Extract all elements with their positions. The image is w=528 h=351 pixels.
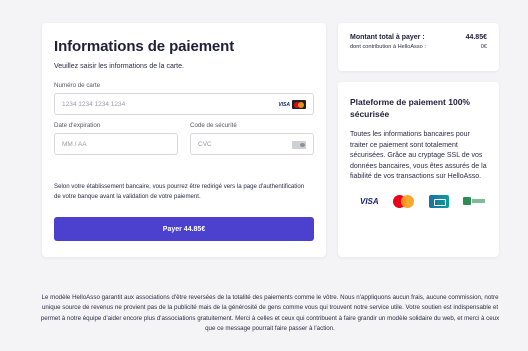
footer-message: Le modèle HelloAsso garantit aux associa… bbox=[40, 294, 500, 332]
security-card: Plateforme de paiement 100% sécurisée To… bbox=[338, 82, 499, 257]
pay-button[interactable]: Payer 44.85€ bbox=[54, 217, 314, 241]
total-card: Montant total à payer : 44.85€ dont cont… bbox=[338, 23, 499, 71]
payment-logos: VISA bbox=[350, 194, 487, 208]
mastercard-icon bbox=[292, 100, 306, 109]
bank-logo-icon bbox=[462, 196, 485, 206]
expiry-label: Date d'expiration bbox=[54, 122, 101, 129]
card-brands: VISA bbox=[278, 100, 306, 109]
visa-icon: VISA bbox=[278, 101, 290, 108]
cvc-input[interactable]: CVC bbox=[190, 133, 314, 155]
cvc-card-icon bbox=[292, 141, 306, 149]
security-title: Plateforme de paiement 100% sécurisée bbox=[350, 97, 470, 119]
security-text: Toutes les informations bancaires pour t… bbox=[350, 131, 487, 180]
visa-logo-icon: VISA bbox=[360, 196, 379, 206]
card-number-label: Numéro de carte bbox=[54, 82, 101, 89]
payment-subtitle: Veuillez saisir les informations de la c… bbox=[54, 63, 184, 70]
page-title: Informations de paiement bbox=[54, 38, 235, 55]
mastercard-logo-icon bbox=[392, 194, 415, 208]
cb-logo-icon bbox=[428, 194, 449, 208]
contribution-label: dont contribution à HelloAsso : bbox=[350, 44, 426, 50]
card-number-input[interactable]: 1234 1234 1234 1234 VISA bbox=[54, 93, 314, 115]
redirect-notice: Selon votre établissement bancaire, vous… bbox=[54, 183, 305, 200]
expiry-input[interactable]: MM / AA bbox=[54, 133, 178, 155]
payment-card: Informations de paiement Veuillez saisir… bbox=[42, 23, 326, 257]
card-number-placeholder: 1234 1234 1234 1234 bbox=[62, 100, 126, 108]
expiry-placeholder: MM / AA bbox=[62, 140, 87, 148]
cvc-placeholder: CVC bbox=[198, 140, 212, 148]
total-value: 44.85€ bbox=[465, 34, 487, 41]
total-label: Montant total à payer : bbox=[350, 34, 425, 41]
cvc-label: Code de sécurité bbox=[190, 122, 237, 129]
contribution-value: 0€ bbox=[480, 44, 487, 50]
